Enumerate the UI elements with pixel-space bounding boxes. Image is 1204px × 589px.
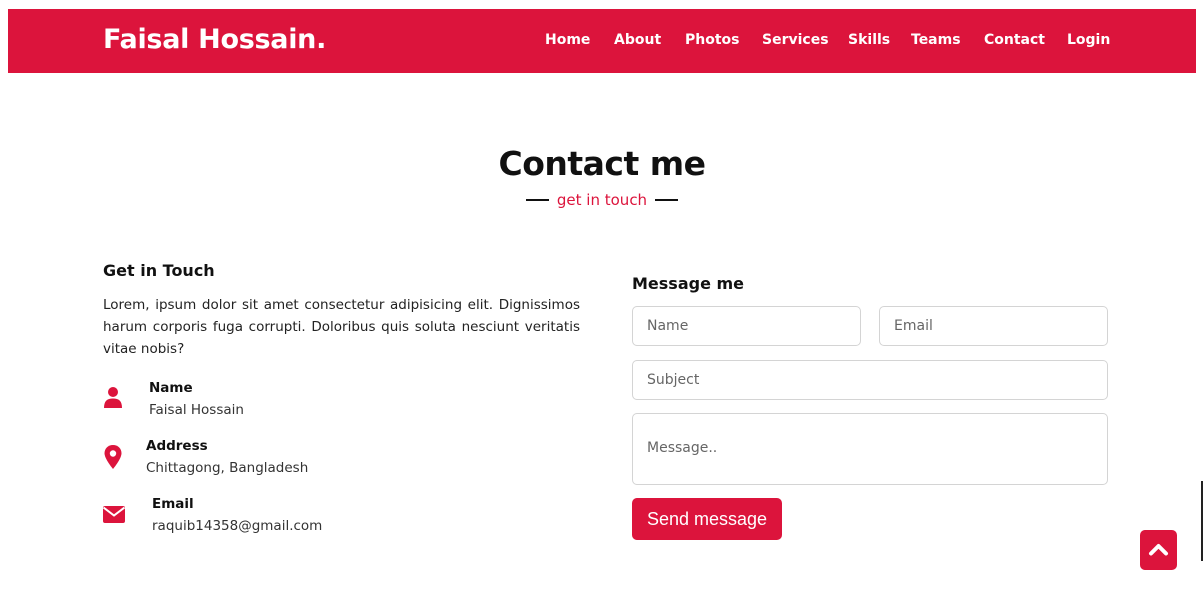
- map-marker-icon: [104, 445, 126, 469]
- navbar: Faisal Hossain. Home About Photos Servic…: [8, 9, 1196, 73]
- nav-link-contact[interactable]: Contact: [984, 32, 1045, 48]
- get-in-touch-heading: Get in Touch: [103, 261, 215, 280]
- message-me-heading: Message me: [632, 274, 745, 293]
- email-input[interactable]: [879, 306, 1108, 346]
- message-textarea[interactable]: [632, 413, 1108, 485]
- subtitle-text: get in touch: [556, 191, 648, 209]
- chevron-up-icon: [1149, 544, 1168, 556]
- info-name-value: Faisal Hossain: [149, 402, 244, 418]
- info-address-value: Chittagong, Bangladesh: [146, 460, 309, 476]
- nav-link-photos[interactable]: Photos: [685, 32, 740, 48]
- nav-link-login[interactable]: Login: [1067, 32, 1110, 48]
- scrollbar-edge: [1201, 481, 1203, 561]
- send-message-button[interactable]: Send message: [632, 498, 782, 540]
- user-icon: [103, 386, 125, 408]
- name-input[interactable]: [632, 306, 861, 346]
- intro-text: Lorem, ipsum dolor sit amet consectetur …: [103, 297, 580, 357]
- subtitle-line-left: [526, 198, 550, 201]
- envelope-icon: [102, 506, 126, 528]
- subtitle-line-right: [654, 198, 678, 201]
- scroll-up-button[interactable]: [1140, 530, 1177, 570]
- section-subtitle: get in touch: [0, 191, 1204, 209]
- nav-link-skills[interactable]: Skills: [848, 32, 890, 48]
- nav-link-teams[interactable]: Teams: [911, 32, 961, 48]
- section-title: Contact me: [498, 144, 706, 183]
- info-address-title: Address: [146, 438, 208, 454]
- info-name-title: Name: [149, 380, 193, 396]
- nav-link-home[interactable]: Home: [545, 32, 590, 48]
- info-email-value: raquib14358@gmail.com: [152, 518, 323, 534]
- nav-link-services[interactable]: Services: [762, 32, 829, 48]
- subject-input[interactable]: [632, 360, 1108, 400]
- contact-page: Faisal Hossain. Home About Photos Servic…: [0, 0, 1204, 589]
- nav-link-about[interactable]: About: [614, 32, 661, 48]
- nav-menu: Home About Photos Services Skills Teams …: [8, 32, 1196, 52]
- info-email-title: Email: [152, 496, 194, 512]
